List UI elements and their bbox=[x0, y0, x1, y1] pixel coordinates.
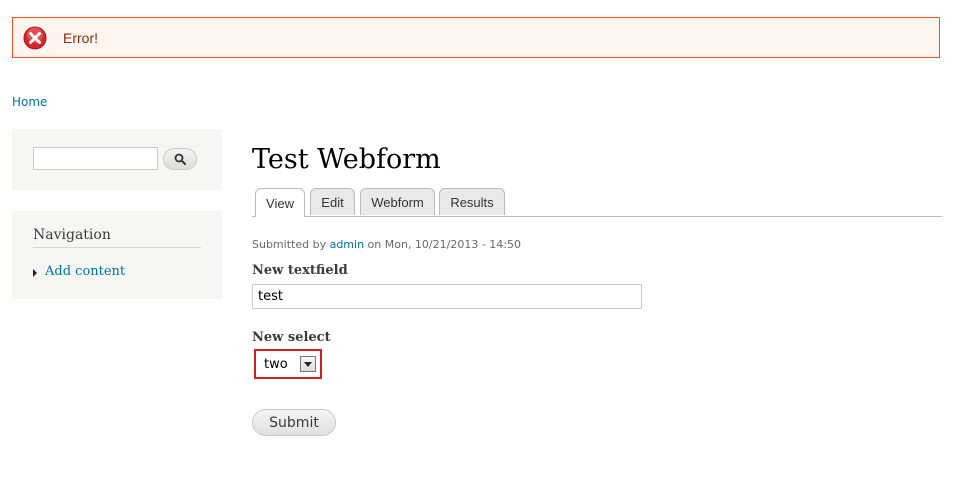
tab-view[interactable]: View bbox=[255, 188, 305, 217]
nav-link-add-content[interactable]: Add content bbox=[45, 264, 125, 279]
error-text: Error! bbox=[63, 30, 98, 46]
select-value: two bbox=[264, 357, 288, 372]
primary-tabs: View Edit Webform Results bbox=[252, 188, 942, 217]
error-icon bbox=[23, 26, 47, 50]
search-button[interactable] bbox=[163, 148, 197, 170]
new-select-dropdown[interactable]: two bbox=[254, 349, 322, 379]
tab-webform[interactable]: Webform bbox=[360, 188, 435, 215]
submitted-date: on Mon, 10/21/2013 - 14:50 bbox=[367, 238, 521, 251]
new-textfield-input[interactable] bbox=[252, 284, 642, 309]
navigation-block: Navigation Add content bbox=[12, 211, 222, 299]
navigation-title: Navigation bbox=[33, 227, 201, 248]
tab-results[interactable]: Results bbox=[439, 188, 505, 215]
submitted-prefix: Submitted by bbox=[252, 238, 327, 251]
triangle-right-icon bbox=[33, 269, 37, 277]
page-title: Test Webform bbox=[252, 144, 441, 175]
select-label: New select bbox=[252, 330, 331, 345]
submit-button[interactable]: Submit bbox=[252, 409, 336, 436]
search-icon bbox=[174, 153, 186, 165]
error-message: Error! bbox=[12, 17, 940, 58]
author-link[interactable]: admin bbox=[330, 238, 364, 251]
textfield-label: New textfield bbox=[252, 263, 348, 278]
tab-edit[interactable]: Edit bbox=[310, 188, 355, 215]
search-input[interactable] bbox=[33, 147, 158, 170]
submitted-info: Submitted by admin on Mon, 10/21/2013 - … bbox=[252, 238, 521, 251]
chevron-down-icon[interactable] bbox=[300, 356, 316, 372]
search-block bbox=[12, 129, 222, 190]
breadcrumb-home-link[interactable]: Home bbox=[12, 95, 47, 109]
